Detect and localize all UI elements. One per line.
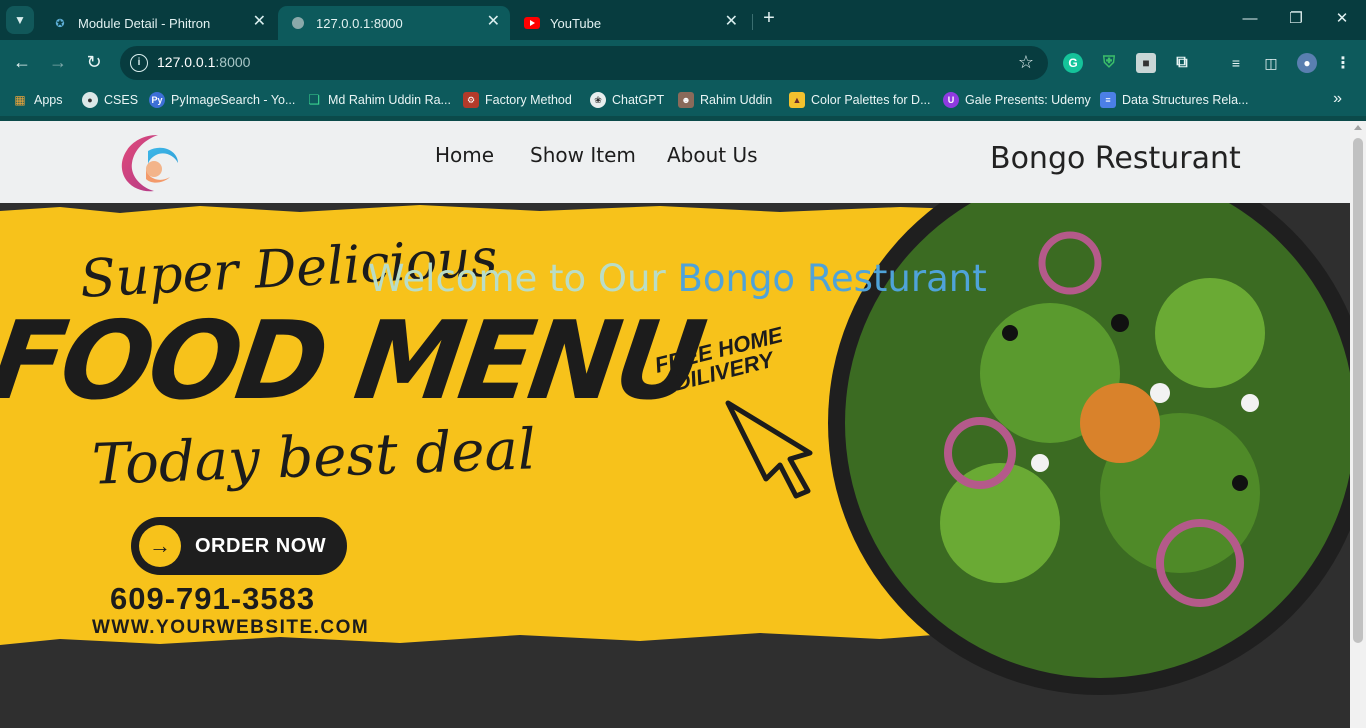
site-header: Home Show Item About Us Bongo Resturant <box>0 121 1350 203</box>
bookmark-rahim-uddin[interactable]: ☻ Rahim Uddin <box>678 91 772 109</box>
docs-icon: ≡ <box>1100 92 1116 108</box>
tab-youtube[interactable]: YouTube ✕ <box>512 6 748 40</box>
address-bar[interactable]: i 127.0.0.1:8000 ☆ <box>120 46 1048 80</box>
profile-icon: ☻ <box>678 92 694 108</box>
tab-title: Module Detail - Phitron <box>78 15 211 31</box>
tab-module-detail[interactable]: ✪ Module Detail - Phitron ✕ <box>40 6 276 40</box>
window-close-button[interactable]: ✕ <box>1319 8 1365 32</box>
bookmark-udemy[interactable]: U Gale Presents: Udemy <box>943 91 1091 109</box>
grammarly-icon[interactable]: G <box>1063 53 1083 73</box>
pyimagesearch-icon: Py <box>149 92 165 108</box>
phitron-icon: ✪ <box>55 17 65 30</box>
tab-separator <box>752 14 753 30</box>
apps-grid-icon: ▦ <box>14 93 26 107</box>
more-menu-icon[interactable]: ⋮ <box>1333 53 1353 73</box>
banner-phone: 609-791-3583 <box>110 581 316 616</box>
tab-strip: ▼ ✪ Module Detail - Phitron ✕ 127.0.0.1:… <box>0 0 1366 40</box>
close-icon[interactable]: ✕ <box>487 14 500 30</box>
browser-toolbar: ← → ↻ i 127.0.0.1:8000 ☆ G ⛨ ■ ⧉ ≡ ◫ ● ⋮ <box>0 40 1366 84</box>
extensions-puzzle-icon[interactable]: ⧉ <box>1172 53 1192 73</box>
close-icon[interactable]: ✕ <box>253 14 266 30</box>
bookmark-apps[interactable]: ▦ Apps <box>12 91 62 109</box>
back-button[interactable]: ← <box>10 50 34 74</box>
web-page: Home Show Item About Us Bongo Resturant <box>0 121 1366 728</box>
scroll-up-arrow-icon[interactable] <box>1354 125 1362 130</box>
globe-icon: ● <box>82 92 98 108</box>
bookmark-data-structures[interactable]: ≡ Data Structures Rela... <box>1100 91 1248 109</box>
scrollbar[interactable] <box>1350 121 1366 728</box>
reload-button[interactable]: ↻ <box>82 50 106 74</box>
globe-icon <box>290 15 306 31</box>
bookmark-pyimagesearch[interactable]: Py PyImageSearch - Yo... <box>149 91 295 109</box>
banner-food-menu: FOOD MENU <box>0 299 709 424</box>
minimize-button[interactable]: — <box>1227 8 1273 32</box>
bookmarks-bar: ▦ Apps ● CSES Py PyImageSearch - Yo... ❏ Md … <box>0 84 1366 116</box>
brand-name: Bongo Resturant <box>990 141 1241 176</box>
restore-button[interactable]: ❐ <box>1273 8 1319 32</box>
url-text[interactable]: 127.0.0.1:8000 <box>157 54 250 70</box>
logo[interactable] <box>118 129 180 195</box>
nav-about-us[interactable]: About Us <box>667 143 758 167</box>
scroll-thumb[interactable] <box>1353 138 1363 643</box>
nav-home[interactable]: Home <box>435 143 494 167</box>
hero-banner: Super Delicious FOOD MENU Today best dea… <box>0 203 1350 728</box>
udemy-icon: U <box>943 92 959 108</box>
tab-title: YouTube <box>550 15 602 31</box>
extension-photo-icon[interactable]: ■ <box>1136 53 1156 73</box>
tab-localhost[interactable]: 127.0.0.1:8000 ✕ <box>278 6 510 40</box>
close-icon[interactable]: ✕ <box>725 14 738 30</box>
leetcode-icon: ❏ <box>308 92 320 107</box>
nav-show-item[interactable]: Show Item <box>530 143 636 167</box>
side-panel-icon[interactable]: ◫ <box>1261 53 1281 73</box>
youtube-icon <box>524 15 540 31</box>
new-tab-button[interactable]: + <box>758 8 780 30</box>
arrow-right-icon: → <box>139 525 181 567</box>
welcome-heading: Welcome to Our Bongo Resturant <box>368 257 987 300</box>
forward-button[interactable]: → <box>46 50 70 74</box>
shield-icon[interactable]: ⛨ <box>1099 53 1119 73</box>
bookmark-factory-method[interactable]: ⚙ Factory Method <box>463 91 572 109</box>
chatgpt-icon: ❀ <box>590 92 606 108</box>
chevron-down-icon: ▼ <box>14 13 26 27</box>
bookmark-chatgpt[interactable]: ❀ ChatGPT <box>590 91 664 109</box>
bookmark-leetcode[interactable]: ❏ Md Rahim Uddin Ra... <box>306 91 451 109</box>
bookmark-star-icon[interactable]: ☆ <box>1018 52 1034 73</box>
bookmark-cses[interactable]: ● CSES <box>82 91 138 109</box>
tab-search-button[interactable]: ▼ <box>6 6 34 34</box>
profile-avatar[interactable]: ● <box>1297 53 1317 73</box>
chevron-double-right-icon[interactable]: » <box>1333 90 1342 108</box>
site-info-icon[interactable]: i <box>130 54 148 72</box>
refactoring-icon: ⚙ <box>463 92 479 108</box>
tab-title: 127.0.0.1:8000 <box>316 15 403 31</box>
banner-website: WWW.YOURWEBSITE.COM <box>92 617 370 638</box>
palette-icon: ▲ <box>789 92 805 108</box>
bookmark-color-palettes[interactable]: ▲ Color Palettes for D... <box>789 91 931 109</box>
reading-list-icon[interactable]: ≡ <box>1226 53 1246 73</box>
order-now-button[interactable]: → ORDER NOW <box>131 517 347 575</box>
